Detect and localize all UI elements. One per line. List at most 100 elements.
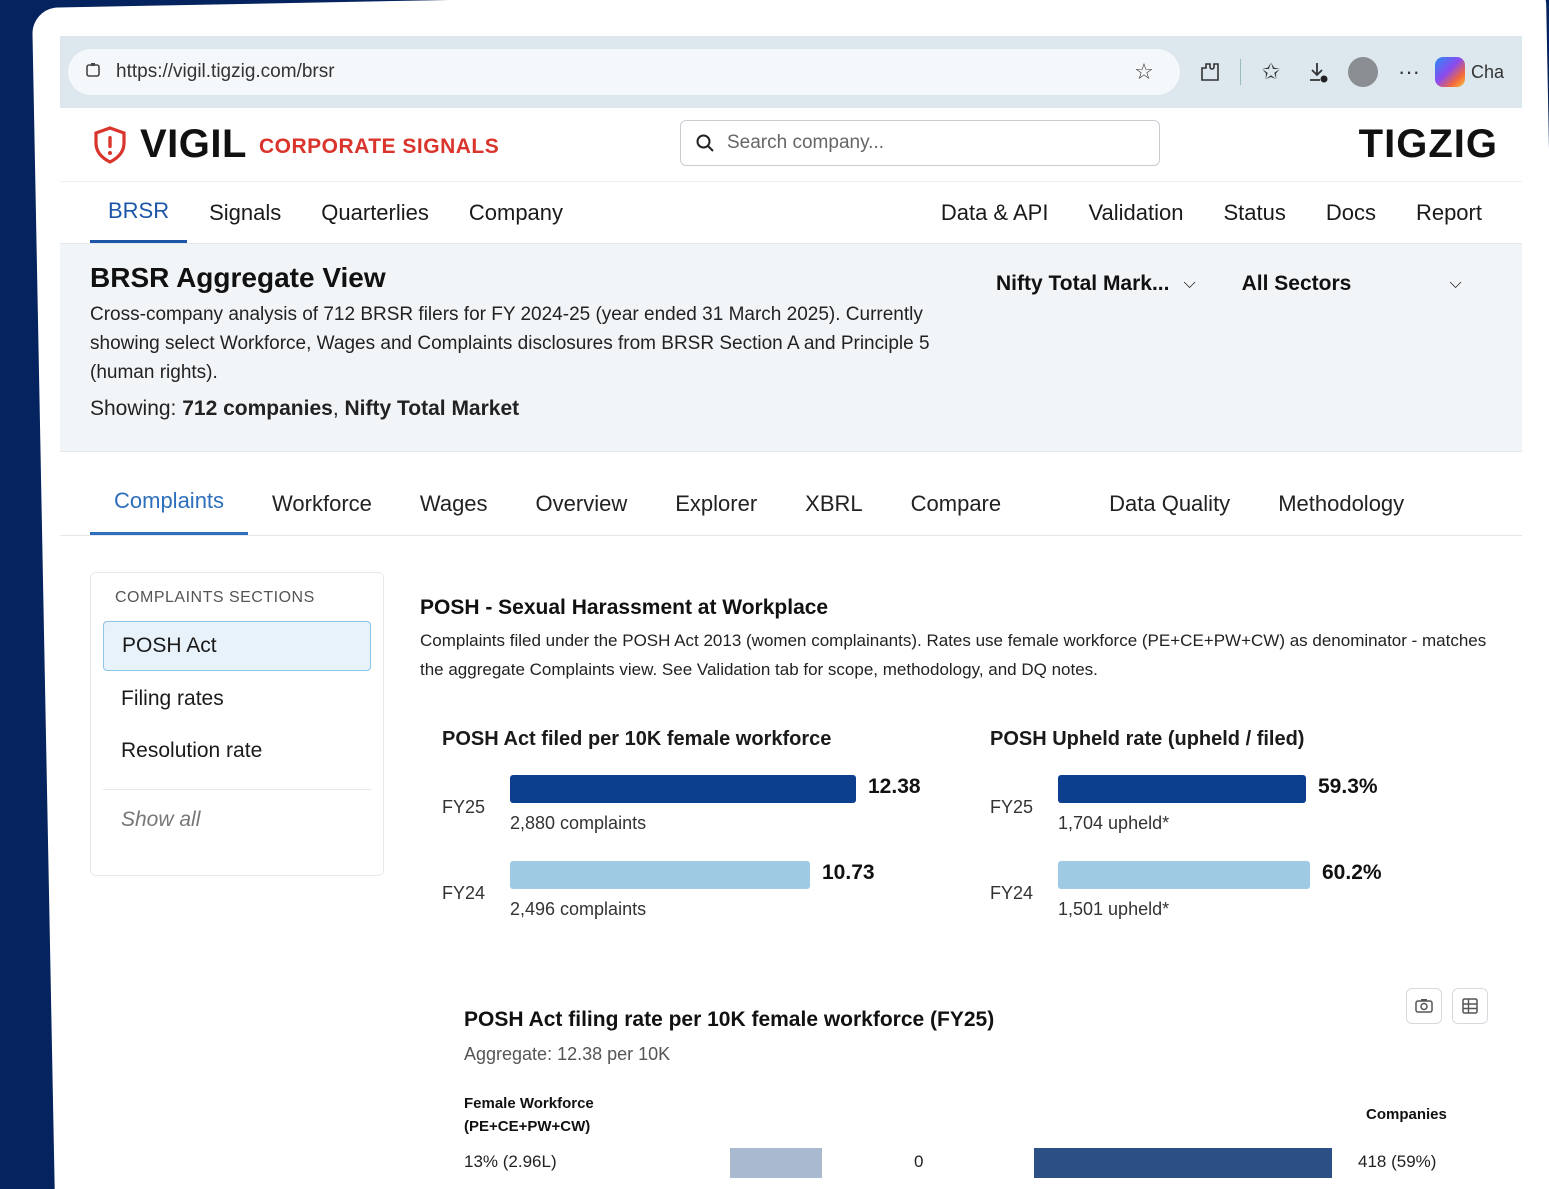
profile-icon[interactable] [1343,52,1383,92]
sidebar-heading: COMPLAINTS SECTIONS [115,589,315,606]
sub-label: 1,704 upheld* [1058,813,1170,833]
companies-bar [1034,1148,1332,1178]
sub-label: 2,496 complaints [510,899,647,919]
sub-tabs: Complaints Workforce Wages Overview Expl… [60,452,1522,536]
browser-window: https://vigil.tigzig.com/brsr ☆ ✩ ··· Ch… [60,36,1522,1189]
nav-docs[interactable]: Docs [1308,182,1394,243]
bar-fy24 [510,861,810,889]
sidebar-divider [103,789,371,790]
address-bar[interactable]: https://vigil.tigzig.com/brsr ☆ [68,49,1180,95]
content-area: COMPLAINTS SECTIONS POSH Act Filing rate… [60,536,1522,1189]
extensions-icon[interactable] [1190,52,1230,92]
chart-row: FY25 59.3% 1,704 upheld* [968,775,1488,847]
right-column-header: Companies [1366,1106,1447,1123]
bar-fy25 [510,775,856,803]
tab-xbrl[interactable]: XBRL [781,491,886,535]
nav-company[interactable]: Company [451,182,581,243]
bar-fy25 [1058,775,1306,803]
tab-compare[interactable]: Compare [887,491,1025,535]
main-panel: POSH - Sexual Harassment at Workplace Co… [420,596,1500,1189]
bar-fy24 [1058,861,1310,889]
value-label: 12.38 [868,775,921,798]
chart-title: POSH Act filing rate per 10K female work… [464,1008,995,1031]
nav-validation[interactable]: Validation [1070,182,1201,243]
nav-report[interactable]: Report [1398,182,1500,243]
sector-dropdown[interactable]: All Sectors ⌵ [1242,272,1462,296]
tab-explorer[interactable]: Explorer [651,491,781,535]
sidebar-show-all[interactable]: Show all [103,800,371,840]
page-description: Cross-company analysis of 712 BRSR filer… [90,304,930,383]
tab-data-quality[interactable]: Data Quality [1085,491,1254,535]
favorite-star-icon[interactable]: ☆ [1124,52,1164,92]
chart-row: FY25 12.38 2,880 complaints [420,775,940,847]
brand-logo[interactable]: VIGIL CORPORATE SIGNALS [90,122,499,167]
brand-tagline: CORPORATE SIGNALS [258,134,500,158]
index-dropdown-value: Nifty Total Mark... [996,272,1170,295]
female-workforce-bar [730,1148,822,1178]
browser-toolbar: https://vigil.tigzig.com/brsr ☆ ✩ ··· Ch… [60,36,1522,108]
category-label: FY25 [990,797,1034,817]
search-box[interactable] [680,120,1160,166]
search-icon [696,134,714,152]
showing-summary: Showing: 712 companies, Nifty Total Mark… [90,397,520,420]
brand-name: VIGIL [140,122,247,166]
tab-wages[interactable]: Wages [396,491,512,535]
tigzig-logo[interactable]: TIGZIG [1359,122,1498,167]
sub-label: 1,501 upheld* [1058,899,1170,919]
chart-row: FY24 60.2% 1,501 upheld* [968,861,1488,933]
sidebar-item-posh-act[interactable]: POSH Act [103,621,371,671]
section-title: POSH - Sexual Harassment at Workplace [420,596,829,619]
nav-quarterlies[interactable]: Quarterlies [303,182,447,243]
value-label: 59.3% [1318,775,1378,798]
app-header: VIGIL CORPORATE SIGNALS TIGZIG [60,108,1522,182]
sector-dropdown-value: All Sectors [1241,272,1352,295]
show-table-button[interactable] [1452,988,1488,1024]
page-header: BRSR Aggregate View Cross-company analys… [60,244,1522,452]
chart-subtitle: Aggregate: 12.38 per 10K [464,1044,671,1064]
favorites-icon[interactable]: ✩ [1251,52,1291,92]
main-nav: BRSR Signals Quarterlies Company Data & … [60,182,1522,244]
search-input[interactable] [727,132,1127,154]
chart-title: POSH Upheld rate (upheld / filed) [990,728,1305,750]
tab-complaints[interactable]: Complaints [90,488,249,535]
sidebar-item-resolution-rate[interactable]: Resolution rate [103,727,371,775]
tab-overview[interactable]: Overview [512,491,652,535]
shield-icon [94,125,126,164]
chevron-down-icon: ⌵ [1449,275,1462,292]
tab-methodology[interactable]: Methodology [1254,491,1428,535]
url-text[interactable]: https://vigil.tigzig.com/brsr [116,61,335,83]
nav-data-api[interactable]: Data & API [923,182,1067,243]
sidebar-item-filing-rates[interactable]: Filing rates [103,675,371,723]
category-label: FY24 [990,883,1034,903]
filing-rate-distribution-chart: POSH Act filing rate per 10K female work… [420,988,1500,1189]
left-column-header: Female Workforce (PE+CE+PW+CW) [464,1095,594,1135]
index-dropdown[interactable]: Nifty Total Mark... ⌵ [996,272,1196,296]
copilot-icon [1435,57,1465,87]
sub-label: 2,880 complaints [510,813,647,833]
toolbar-separator [1240,59,1241,85]
chart-title: POSH Act filed per 10K female workforce [442,728,832,750]
complaints-sidebar: COMPLAINTS SECTIONS POSH Act Filing rate… [90,572,384,876]
chart-row: FY24 10.73 2,496 complaints [420,861,940,933]
value-label: 60.2% [1322,861,1382,884]
row-label: 13% (2.96L) [464,1152,557,1171]
copilot-label: Cha [1471,61,1505,82]
showing-count: 712 companies [182,397,333,420]
copilot-button[interactable]: Cha [1435,57,1504,87]
downloads-icon[interactable] [1297,52,1337,92]
site-info-icon[interactable] [84,61,102,84]
nav-status[interactable]: Status [1205,182,1303,243]
showing-index: Nifty Total Market [344,397,520,420]
showing-prefix: Showing: [90,397,177,420]
tab-workforce[interactable]: Workforce [248,491,396,535]
download-image-button[interactable] [1406,988,1442,1024]
row-companies: 418 (59%) [1358,1152,1437,1171]
nav-brsr[interactable]: BRSR [90,182,188,243]
value-label: 10.73 [822,861,875,884]
avatar [1348,57,1378,87]
chevron-down-icon: ⌵ [1183,275,1196,292]
nav-signals[interactable]: Signals [191,182,299,243]
mini-charts: POSH Act filed per 10K female workforce … [420,728,1500,968]
more-options-icon[interactable]: ··· [1389,52,1429,92]
upheld-rate-chart: POSH Upheld rate (upheld / filed) FY25 5… [968,728,1488,948]
